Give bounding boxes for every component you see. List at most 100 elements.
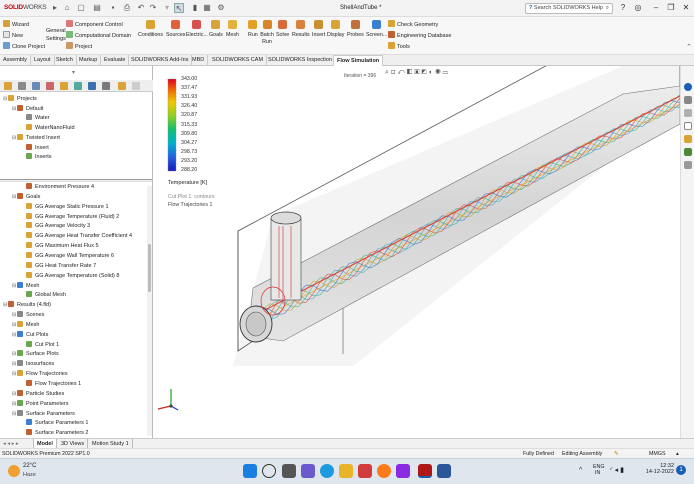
- task-scheduler-icon[interactable]: [684, 161, 692, 169]
- more-icon[interactable]: [132, 82, 140, 90]
- tab-markup[interactable]: Markup: [76, 55, 102, 66]
- new-document-icon[interactable]: ▢: [76, 3, 86, 13]
- cam-tool-tree-icon[interactable]: [102, 82, 110, 90]
- print-icon[interactable]: ⎙: [122, 3, 132, 13]
- tab-solidworks-inspection[interactable]: SOLIDWORKS Inspection: [265, 55, 336, 66]
- tree-item[interactable]: ⊟ Surface Parameters: [12, 409, 75, 419]
- search-help-input[interactable]: ? Search SOLIDWORKS Help ⌕: [525, 3, 613, 14]
- tree-item[interactable]: Environment Pressure 4: [21, 183, 94, 192]
- task-view-icon[interactable]: [282, 464, 296, 478]
- tree-item[interactable]: GG Average Heat Transfer Coefficient 4: [21, 232, 132, 241]
- design-library-icon[interactable]: [684, 96, 692, 104]
- chat-icon[interactable]: [301, 464, 315, 478]
- tree-item[interactable]: ⊟ Flow Trajectories: [12, 370, 68, 379]
- ribbon-collapse-icon[interactable]: ⌃: [686, 43, 692, 51]
- cam-feature-tree-icon[interactable]: [74, 82, 82, 90]
- mesh-button[interactable]: Mesh: [226, 20, 239, 38]
- minimize-button[interactable]: –: [650, 2, 662, 14]
- open-folder-icon[interactable]: ▤: [92, 3, 102, 13]
- general-settings-button[interactable]: General Settings: [46, 27, 66, 43]
- previous-view-icon[interactable]: ↶: [397, 69, 406, 76]
- rebuild-icon[interactable]: ▮: [190, 3, 200, 13]
- tree-item[interactable]: ⊟ Goals: [12, 192, 40, 202]
- solidworks-logo[interactable]: SOLIDWORKS: [4, 4, 47, 11]
- tab-assembly[interactable]: Assembly: [0, 55, 31, 66]
- help-question-icon[interactable]: ?: [617, 2, 629, 14]
- tree-item[interactable]: GG Average Temperature (Solid) 8: [21, 271, 119, 281]
- tree-item[interactable]: ⊟ Scenes: [12, 311, 44, 320]
- close-button[interactable]: ✕: [680, 2, 692, 14]
- tree-scrollbar[interactable]: [147, 186, 152, 436]
- appearances-icon[interactable]: [684, 135, 692, 143]
- tree-item[interactable]: ⊟ Projects: [3, 95, 37, 104]
- computational-domain-button[interactable]: Computational Domain: [66, 31, 131, 39]
- tree-item[interactable]: ⊟ Mesh: [12, 320, 39, 330]
- office-icon[interactable]: [358, 464, 372, 478]
- tab-mbd[interactable]: MBD: [189, 55, 209, 66]
- tools-button[interactable]: Tools: [388, 42, 410, 50]
- tree-item[interactable]: Surface Parameters 1: [21, 419, 89, 428]
- batch-run-button[interactable]: Batch Run: [260, 20, 274, 46]
- electric-button[interactable]: Electric...: [186, 20, 208, 38]
- display-manager-icon[interactable]: [60, 82, 68, 90]
- display-button[interactable]: Display: [327, 20, 344, 38]
- tree-item[interactable]: ⊟ Cut Plots: [12, 330, 48, 340]
- windows-start-icon[interactable]: [243, 464, 257, 478]
- tree-item[interactable]: Cut Plot 1: [21, 340, 59, 350]
- tree-item[interactable]: ⊟ Surface Plots: [12, 350, 59, 359]
- network-volume-battery-icons[interactable]: ◜ ◂ ▮: [610, 466, 624, 474]
- firefox-icon[interactable]: [377, 464, 391, 478]
- panel-expand-arrow-icon[interactable]: ▾: [72, 69, 75, 76]
- engineering-database-button[interactable]: Engineering Database: [388, 31, 451, 39]
- tree-item[interactable]: GG Average Velocity 3: [21, 222, 90, 231]
- dimxpert-icon[interactable]: [46, 82, 54, 90]
- custom-properties-icon[interactable]: [684, 148, 692, 156]
- new-project-button[interactable]: New: [3, 31, 23, 39]
- tree-scrollbar-thumb[interactable]: [148, 244, 151, 292]
- tree-item[interactable]: GG Average Wall Temperature 6: [21, 251, 114, 261]
- tree-item[interactable]: Flow Trajectories 1: [21, 380, 81, 389]
- tree-item[interactable]: ⊟ Point Parameters: [12, 399, 69, 409]
- weather-temperature[interactable]: 22°C: [23, 463, 36, 469]
- feature-manager-icon[interactable]: [4, 82, 12, 90]
- home-icon[interactable]: ⌂: [62, 3, 72, 13]
- solidworks-taskbar-icon[interactable]: [418, 464, 432, 478]
- edge-browser-icon[interactable]: [320, 464, 334, 478]
- tab-solidworks-cam[interactable]: SOLIDWORKS CAM: [209, 55, 268, 66]
- cam-operation-tree-icon[interactable]: [88, 82, 96, 90]
- tree-item[interactable]: WaterNanoFluid: [21, 124, 75, 133]
- tree-item[interactable]: ⊟ Default: [12, 104, 43, 114]
- tree-item[interactable]: GG Average Static Pressure 1: [21, 202, 109, 212]
- flow-analysis-tree-icon[interactable]: [118, 82, 126, 90]
- probes-button[interactable]: Probes: [347, 20, 364, 38]
- project-menu-button[interactable]: Project: [66, 42, 92, 50]
- view-palette-icon[interactable]: [684, 122, 692, 130]
- tree-item[interactable]: ⊟ Isosurfaces: [12, 360, 54, 369]
- sources-button[interactable]: Sources: [166, 20, 185, 38]
- view-orientation-icon[interactable]: ▣: [414, 69, 421, 76]
- notification-badge[interactable]: 1: [676, 465, 686, 475]
- tab-solidworks-addins[interactable]: SOLIDWORKS Add-Ins: [128, 55, 193, 66]
- tree-item[interactable]: Global Mesh: [21, 291, 66, 300]
- tree-item[interactable]: Surface Parameters 2: [21, 429, 89, 438]
- tray-overflow-icon[interactable]: ^: [579, 467, 582, 474]
- tab-sketch[interactable]: Sketch: [53, 55, 77, 66]
- tree-item[interactable]: Insert: [21, 143, 49, 153]
- user-icon[interactable]: ◎: [632, 2, 644, 14]
- appearance-icon[interactable]: ◉: [435, 69, 443, 76]
- display-style-icon[interactable]: ◩: [422, 69, 429, 76]
- tree-item[interactable]: ⊟ Particle Studies: [12, 389, 64, 399]
- check-geometry-button[interactable]: Check Geometry: [388, 20, 438, 28]
- language-indicator[interactable]: ENG IN: [593, 464, 604, 476]
- tree-item[interactable]: GG Maximum Heat Flux 5: [21, 242, 99, 251]
- redo-icon[interactable]: ↷: [148, 3, 158, 13]
- search-taskbar-icon[interactable]: [262, 464, 276, 478]
- word-icon[interactable]: [437, 464, 451, 478]
- scene-icon[interactable]: ▭: [443, 69, 450, 76]
- file-properties-icon[interactable]: ▦: [202, 3, 212, 13]
- component-control-button[interactable]: Component Control: [66, 20, 123, 28]
- run-button[interactable]: Run: [248, 20, 258, 38]
- conditions-button[interactable]: Conditions: [138, 20, 163, 38]
- arrow-dropdown-icon[interactable]: ▾: [162, 3, 172, 13]
- heads-up-view-toolbar[interactable]: ⌕⊡↶◧▣◩◐◉▭: [385, 69, 481, 79]
